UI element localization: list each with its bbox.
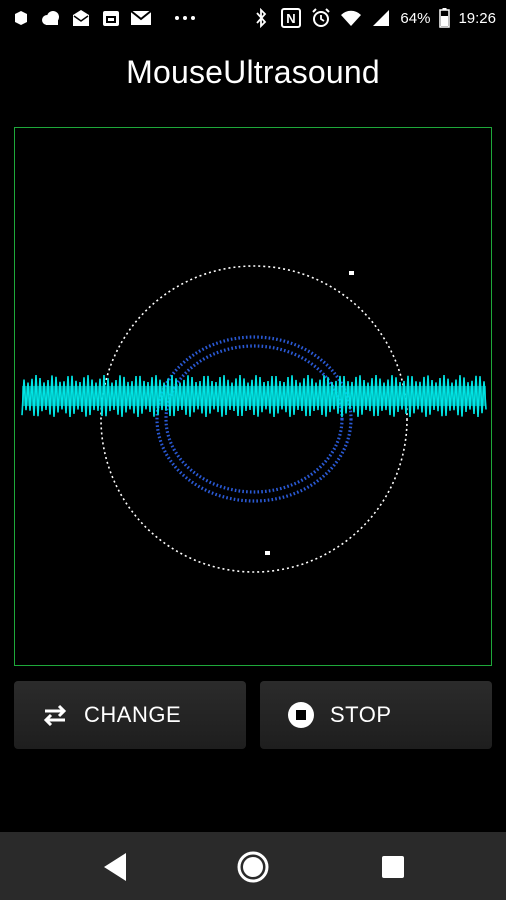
inner-dotted-ring (164, 344, 344, 494)
stop-button-label: STOP (330, 702, 392, 727)
ring-marker (349, 271, 354, 275)
recents-icon[interactable] (376, 850, 410, 884)
status-bar-right: N 64% 19:26 (250, 7, 496, 29)
inner-rings (155, 335, 353, 503)
svg-text:N: N (287, 11, 296, 26)
cloud-icon (40, 7, 62, 29)
nfc-icon: N (280, 7, 302, 29)
back-icon[interactable] (97, 850, 131, 884)
clock: 19:26 (458, 9, 496, 27)
stop-icon (286, 700, 316, 730)
status-bar: N 64% 19:26 (0, 0, 506, 36)
waveform-core (22, 386, 486, 406)
home-icon[interactable] (236, 850, 270, 884)
wifi-icon (340, 7, 362, 29)
more-icon (174, 7, 196, 29)
mail-icon (70, 7, 92, 29)
waveform (21, 374, 487, 418)
swap-icon (40, 700, 70, 730)
inner-dotted-ring (155, 335, 353, 503)
gmail-icon (130, 7, 152, 29)
app-title: MouseUltrasound (126, 54, 380, 90)
navigation-bar (0, 832, 506, 900)
outer-ring (100, 265, 408, 573)
signal-icon (370, 7, 392, 29)
alarm-icon (310, 7, 332, 29)
battery-icon (438, 7, 450, 29)
calendar-icon (100, 7, 122, 29)
change-button[interactable]: CHANGE (14, 681, 246, 749)
status-bar-left (10, 7, 196, 29)
battery-percent: 64% (400, 9, 431, 27)
outer-dotted-ring (100, 265, 408, 573)
app-notification-icon (10, 7, 32, 29)
ultrasound-scope (14, 127, 492, 666)
bluetooth-icon (250, 7, 272, 29)
stop-button[interactable]: STOP (260, 681, 492, 749)
scope-canvas (21, 265, 487, 573)
change-button-label: CHANGE (84, 702, 182, 727)
ring-marker (265, 551, 270, 555)
